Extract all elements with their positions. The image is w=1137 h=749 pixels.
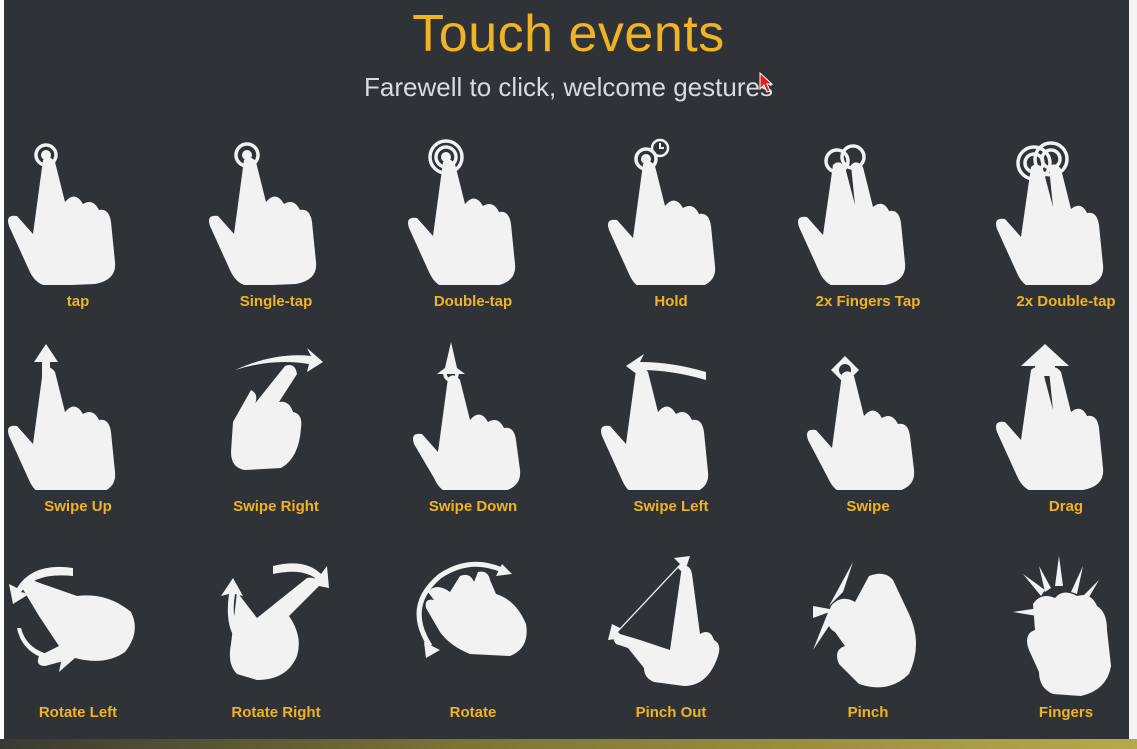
gesture-label: Fingers <box>1038 704 1094 721</box>
gesture-label: Swipe <box>846 498 890 515</box>
swipe-icon <box>807 356 915 490</box>
swipe-left-icon <box>601 354 709 490</box>
gesture-label: Hold <box>654 293 688 310</box>
two-finger-tap-icon <box>798 144 906 285</box>
gesture-rotate: Rotate <box>388 546 558 746</box>
pinch-icon <box>813 562 916 688</box>
rotate-icon <box>416 561 527 658</box>
gesture-swipe-up: Swipe Up <box>0 340 163 540</box>
gesture-two-finger-double-tap: 2x Double-tap <box>981 135 1137 335</box>
swipe-up-icon <box>8 344 116 490</box>
gesture-rotate-right: Rotate Right <box>191 546 361 746</box>
gesture-swipe-left: Swipe Left <box>586 340 756 540</box>
gesture-tap: tap <box>0 135 163 335</box>
gesture-label: 2x Fingers Tap <box>815 293 921 310</box>
gesture-rotate-left: Rotate Left <box>0 546 163 746</box>
gesture-label: Drag <box>1048 498 1084 515</box>
drag-icon <box>996 344 1104 490</box>
gesture-label: Swipe Right <box>233 498 319 515</box>
gesture-single-tap: Single-tap <box>191 135 361 335</box>
single-tap-icon <box>209 142 317 285</box>
tap-icon <box>8 143 116 285</box>
swipe-right-icon <box>231 348 323 470</box>
gesture-label: Pinch <box>847 704 889 721</box>
slide <box>4 0 1129 741</box>
mouse-cursor-icon <box>759 72 773 93</box>
gesture-label: Rotate Right <box>231 704 321 721</box>
gesture-pinch-out: Pinch Out <box>586 546 756 746</box>
page-title: Touch events <box>412 5 725 63</box>
gesture-label: Swipe Down <box>428 498 518 515</box>
gesture-swipe-down: Swipe Down <box>388 340 558 540</box>
gesture-label: Swipe Left <box>633 498 709 515</box>
gesture-label: tap <box>66 293 90 310</box>
gesture-label: Single-tap <box>239 293 313 310</box>
gesture-label: Rotate <box>449 704 497 721</box>
page-subtitle: Farewell to click, welcome gestures <box>364 72 773 102</box>
double-tap-icon <box>408 139 516 285</box>
swipe-down-icon <box>413 342 521 490</box>
hold-icon <box>608 138 716 285</box>
gesture-label: Rotate Left <box>38 704 118 721</box>
gesture-pinch: Pinch <box>783 546 953 746</box>
fingers-icon <box>1013 556 1111 696</box>
pinch-out-icon <box>608 556 720 686</box>
gesture-fingers: Fingers <box>981 546 1137 746</box>
gesture-label: Double-tap <box>433 293 513 310</box>
rotate-left-icon <box>9 566 135 672</box>
gesture-drag: Drag <box>981 340 1137 540</box>
rotate-right-icon <box>221 563 329 680</box>
gesture-swipe-right: Swipe Right <box>191 340 361 540</box>
gesture-hold: Hold <box>586 135 756 335</box>
gesture-double-tap: Double-tap <box>388 135 558 335</box>
gesture-two-finger-tap: 2x Fingers Tap <box>783 135 953 335</box>
gesture-swipe: Swipe <box>783 340 953 540</box>
two-finger-double-tap-icon <box>996 141 1104 285</box>
gesture-label: Swipe Up <box>44 498 112 515</box>
gesture-label: Pinch Out <box>635 704 707 721</box>
gesture-label: 2x Double-tap <box>1016 293 1116 310</box>
bottom-accent-bar <box>0 739 1137 749</box>
